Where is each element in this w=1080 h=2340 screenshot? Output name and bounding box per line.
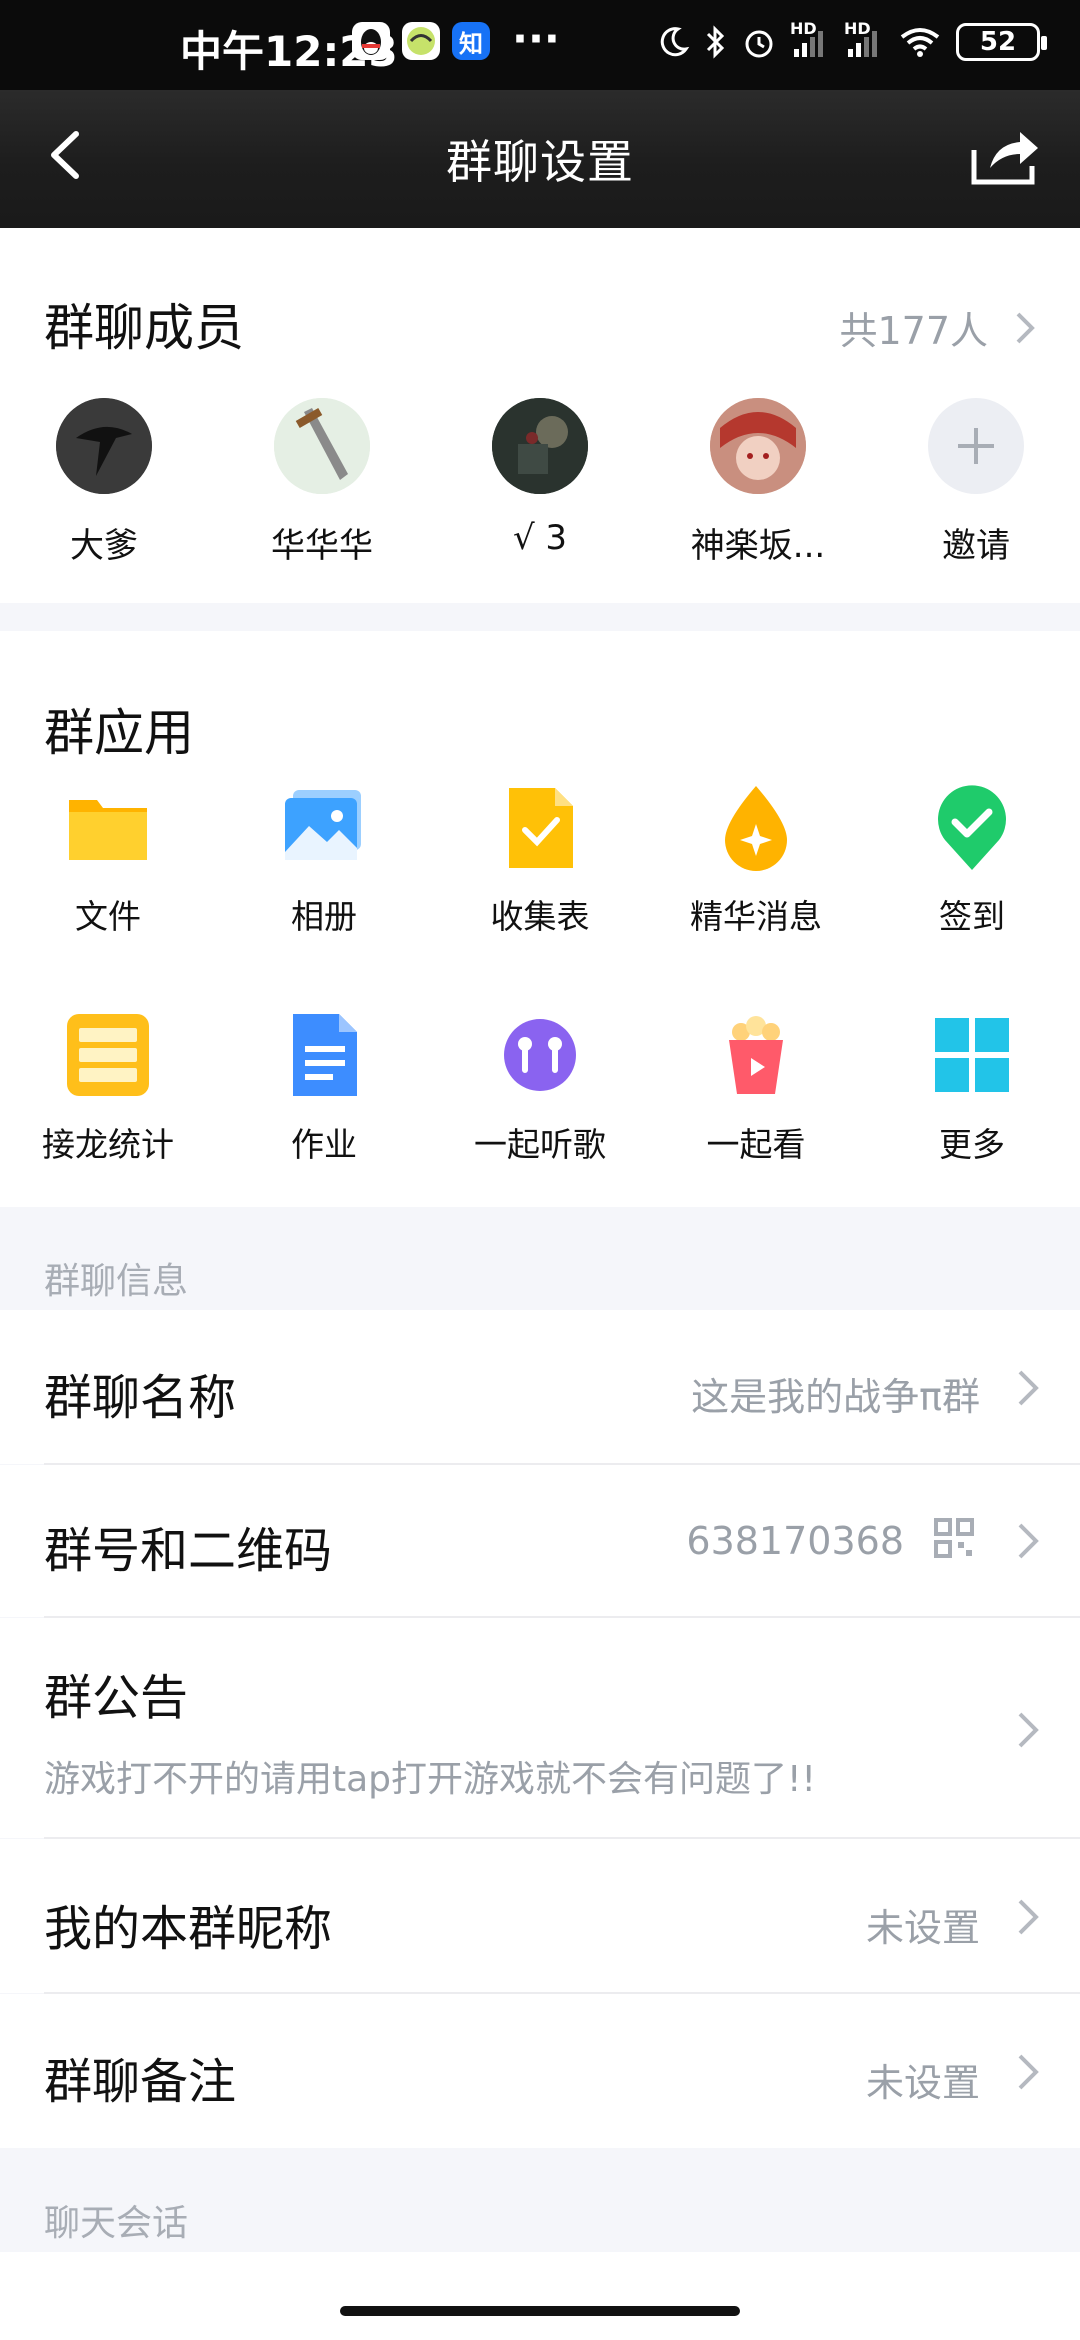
bluetooth-icon <box>704 24 728 60</box>
status-right: HD HD 52 <box>656 19 1047 64</box>
chat-session-label: 聊天会话 <box>44 2203 189 2244</box>
relay-list-icon <box>63 1010 153 1100</box>
app-label: 一起听歌 <box>474 1125 606 1164</box>
chevron-right-icon <box>1018 1370 1039 1406</box>
signal-hd-label: HD <box>790 19 817 38</box>
signal-icon-2: HD <box>844 19 884 59</box>
app-album[interactable]: 相册 <box>224 782 424 938</box>
chevron-right-icon <box>1018 1523 1039 1559</box>
avatar <box>274 398 370 494</box>
alarm-icon <box>742 25 776 59</box>
group-remark-title: 群聊备注 <box>44 2054 237 2110</box>
group-info-label: 群聊信息 <box>44 1261 189 1302</box>
app-label: 一起看 <box>706 1125 806 1164</box>
app-file[interactable]: 文件 <box>8 782 208 938</box>
member-name: √ 3 <box>512 518 568 558</box>
member-name: 神楽坂... <box>690 526 826 566</box>
app-label: 更多 <box>939 1125 1005 1164</box>
my-nickname-row[interactable]: 我的本群昵称 未设置 <box>0 1839 1080 1993</box>
add-icon <box>928 398 1024 494</box>
app-label: 相册 <box>291 897 357 936</box>
app-homework[interactable]: 作业 <box>224 1010 424 1166</box>
check-in-pin-icon <box>927 782 1017 872</box>
group-notice-content: 游戏打不开的请用tap打开游戏就不会有问题了!! <box>44 1759 816 1800</box>
folder-icon <box>63 782 153 872</box>
moon-icon <box>656 25 690 59</box>
app-watch-together[interactable]: 一起看 <box>656 1010 856 1166</box>
my-nickname-title: 我的本群昵称 <box>44 1901 333 1957</box>
wifi-icon <box>898 25 942 59</box>
group-id-row[interactable]: 群号和二维码 638170368 <box>0 1465 1080 1617</box>
app-essence-messages[interactable]: 精华消息 <box>656 782 856 938</box>
earphones-icon <box>495 1010 585 1100</box>
group-notice-row[interactable]: 群公告 游戏打不开的请用tap打开游戏就不会有问题了!! <box>0 1618 1080 1838</box>
group-id-title: 群号和二维码 <box>44 1523 333 1579</box>
group-name-row[interactable]: 群聊名称 这是我的战争π群 <box>0 1310 1080 1464</box>
my-nickname-value: 未设置 <box>865 1906 980 1950</box>
invite-label: 邀请 <box>942 526 1010 566</box>
essence-drop-icon <box>711 782 801 872</box>
app-label: 签到 <box>939 897 1005 936</box>
avatar <box>710 398 806 494</box>
app-label: 文件 <box>75 897 141 936</box>
app-label: 精华消息 <box>690 897 822 936</box>
app-relay-stats[interactable]: 接龙统计 <box>8 1010 208 1166</box>
app-label: 作业 <box>291 1125 357 1164</box>
member-item[interactable]: 大爹 <box>4 398 204 567</box>
member-item[interactable]: √ 3 <box>440 398 640 558</box>
signal-hd-label: HD <box>844 19 871 38</box>
app-check-in[interactable]: 签到 <box>872 782 1072 938</box>
page-title: 群聊设置 <box>446 135 634 189</box>
app-listen-together[interactable]: 一起听歌 <box>440 1010 640 1166</box>
avatar <box>56 398 152 494</box>
app-label: 收集表 <box>490 897 590 936</box>
share-icon <box>971 132 1038 185</box>
app-more[interactable]: 更多 <box>872 1010 1072 1166</box>
qq-icon <box>352 22 390 60</box>
form-check-icon <box>495 782 585 872</box>
members-title: 群聊成员 <box>44 299 244 357</box>
group-name-value: 这是我的战争π群 <box>691 1375 980 1419</box>
status-bar: 中午12:23 知 ··· HD HD 52 <box>0 0 1080 90</box>
grid-icon <box>927 1010 1017 1100</box>
group-id-value: 638170368 <box>686 1519 904 1563</box>
chevron-right-icon <box>1018 1899 1039 1935</box>
popcorn-icon <box>711 1010 801 1100</box>
group-remark-value: 未设置 <box>865 2061 980 2105</box>
zhihu-icon: 知 <box>452 22 490 60</box>
app-label: 接龙统计 <box>42 1125 174 1164</box>
app-collection-form[interactable]: 收集表 <box>440 782 640 938</box>
member-item[interactable]: 神楽坂... <box>658 398 858 567</box>
apps-title: 群应用 <box>44 704 194 762</box>
group-name-title: 群聊名称 <box>44 1370 237 1426</box>
member-name: 华华华 <box>271 526 373 566</box>
group-remark-row[interactable]: 群聊备注 未设置 <box>0 1994 1080 2148</box>
chevron-right-icon <box>1018 2054 1039 2090</box>
app-icon <box>402 22 440 60</box>
photo-album-icon <box>279 782 369 872</box>
document-icon <box>279 1010 369 1100</box>
home-indicator[interactable] <box>340 2306 740 2316</box>
top-navigation-bar: 群聊设置 <box>0 90 1080 228</box>
share-button[interactable] <box>962 120 1042 190</box>
more-notifications-icon: ··· <box>512 14 560 63</box>
group-notice-title: 群公告 <box>44 1670 189 1726</box>
avatar <box>492 398 588 494</box>
member-item[interactable]: 华华华 <box>222 398 422 567</box>
signal-icon-1: HD <box>790 19 830 59</box>
members-count-button[interactable]: 共177人 <box>839 300 1036 355</box>
members-count: 共177人 <box>839 309 988 353</box>
member-name: 大爹 <box>70 526 138 566</box>
chevron-right-icon <box>1016 312 1035 343</box>
bottom-area <box>0 2252 1080 2340</box>
battery-indicator: 52 <box>956 23 1047 61</box>
zhihu-glyph: 知 <box>459 29 483 58</box>
chevron-right-icon <box>1018 1712 1039 1748</box>
qr-code-icon[interactable] <box>934 1517 974 1559</box>
invite-button[interactable]: 邀请 <box>876 398 1076 567</box>
